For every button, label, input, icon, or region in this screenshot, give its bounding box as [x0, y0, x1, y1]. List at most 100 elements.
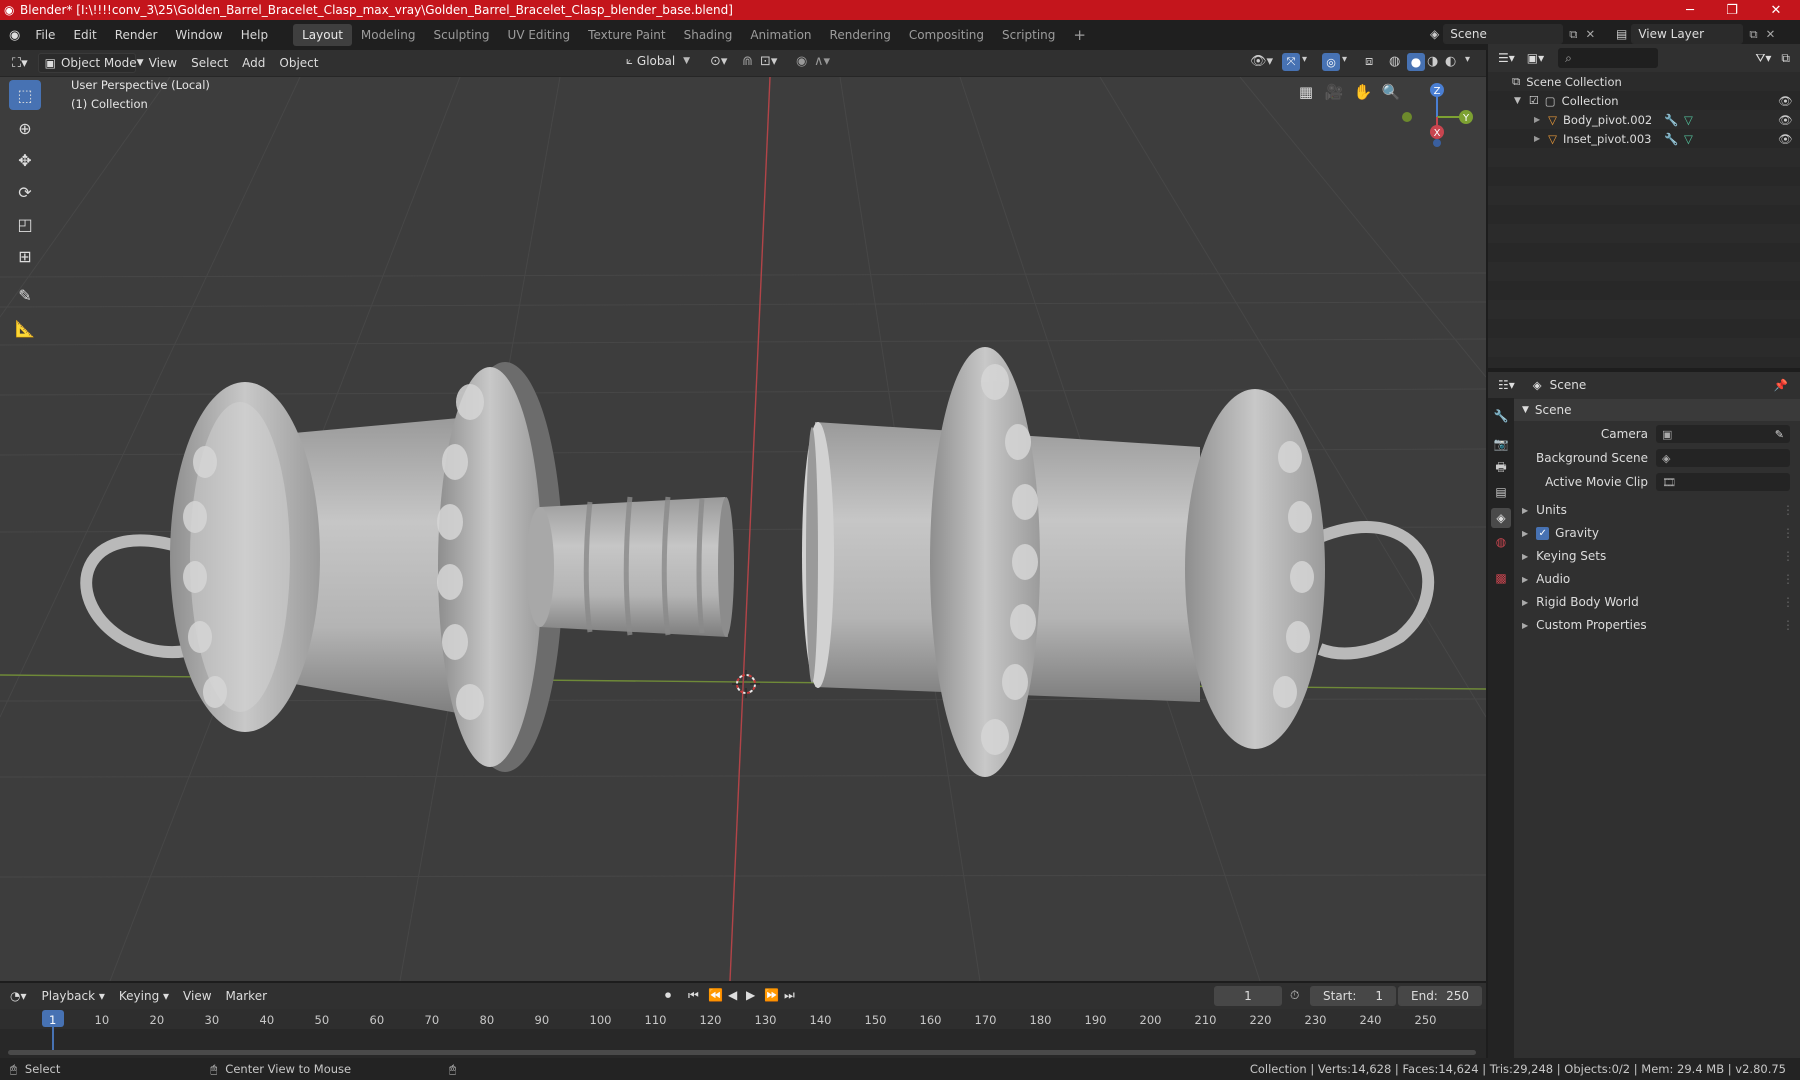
display-mode-icon[interactable]: ▣▾ — [1521, 51, 1550, 65]
menu-render[interactable]: Render — [106, 28, 167, 42]
expand-arrow-icon[interactable]: ▶ — [1534, 134, 1540, 143]
camera-view-icon[interactable]: 🎥 — [1321, 79, 1347, 105]
chevron-down-icon[interactable]: ▾ — [1465, 54, 1470, 65]
3d-viewport[interactable]: ⬚ ⊕ ✥ ⟳ ◰ ⊞ ✎ 📐 User Perspective (Local)… — [0, 77, 1486, 981]
timeline-menu-playback[interactable]: Playback ▾ — [35, 989, 112, 1003]
proportional-edit-icon[interactable]: ◉ — [796, 54, 807, 69]
filter-icon[interactable]: ⛛▾ — [1749, 51, 1777, 66]
gravity-checkbox[interactable]: ✓ — [1536, 526, 1550, 540]
record-icon[interactable]: ⏺ — [665, 988, 671, 1003]
rendered-shading-icon[interactable]: ◐ — [1445, 54, 1456, 69]
tab-layout[interactable]: Layout — [293, 24, 352, 46]
cursor-tool[interactable]: ⊕ — [9, 113, 41, 143]
new-view-layer-icon[interactable]: ⧉ — [1749, 27, 1757, 42]
viewport-menu-add[interactable]: Add — [235, 56, 272, 70]
visibility-eye-icon[interactable]: 👁 — [1778, 132, 1793, 146]
view-layer-name-field[interactable]: View Layer — [1631, 24, 1744, 44]
tab-compositing[interactable]: Compositing — [900, 24, 993, 46]
measure-tool[interactable]: 📐 — [9, 313, 41, 343]
xray-toggle-icon[interactable]: ⧈ — [1365, 54, 1373, 69]
delete-view-layer-icon[interactable]: ✕ — [1766, 27, 1776, 41]
snap-target-icon[interactable]: ⊡▾ — [760, 54, 777, 69]
units-panel-header[interactable]: ▶ Units ⋮ — [1514, 499, 1800, 521]
outliner-editor-type-icon[interactable]: ☰▾ — [1488, 51, 1521, 65]
end-frame-field[interactable]: End: 250 — [1398, 986, 1482, 1006]
mesh-data-icon[interactable]: ▽ — [1684, 132, 1693, 146]
collection-checkbox-icon[interactable]: ☑ — [1529, 94, 1539, 107]
visibility-eye-icon[interactable]: 👁 — [1778, 113, 1793, 127]
tab-texture-paint[interactable]: Texture Paint — [579, 24, 674, 46]
scene-tab-icon[interactable]: ◈ — [1491, 508, 1511, 528]
maximize-icon[interactable]: ❐ — [1712, 0, 1752, 20]
gizmo-toggle-icon[interactable]: ⤧ — [1282, 53, 1300, 71]
scene-panel-header[interactable]: ▼ Scene — [1514, 399, 1800, 421]
material-shading-icon[interactable]: ◑ — [1427, 54, 1438, 69]
audio-panel-header[interactable]: ▶ Audio ⋮ — [1514, 568, 1800, 590]
drag-handle-icon[interactable]: ⋮ — [1782, 503, 1794, 517]
tab-shading[interactable]: Shading — [675, 24, 742, 46]
select-box-tool[interactable]: ⬚ — [9, 80, 41, 110]
menu-edit[interactable]: Edit — [64, 28, 105, 42]
wireframe-shading-icon[interactable]: ◍ — [1389, 54, 1400, 69]
outliner-row-collection[interactable]: ▼ ☑ ▢ Collection 👁 — [1488, 91, 1800, 110]
snap-icon[interactable]: ⋒ — [742, 54, 753, 69]
pin-icon[interactable]: 📌 — [1774, 378, 1800, 392]
overlays-toggle-icon[interactable]: ◎ — [1322, 53, 1340, 71]
expand-arrow-icon[interactable]: ▼ — [1514, 96, 1521, 106]
viewport-menu-view[interactable]: View — [142, 56, 184, 70]
eyedropper-icon[interactable]: ✎ — [1775, 428, 1784, 441]
drag-handle-icon[interactable]: ⋮ — [1782, 618, 1794, 632]
drag-handle-icon[interactable]: ⋮ — [1782, 595, 1794, 609]
chevron-down-icon[interactable]: ▾ — [1302, 54, 1307, 65]
visibility-icon[interactable]: 👁▾ — [1250, 54, 1273, 69]
modifier-wrench-icon[interactable]: 🔧 — [1664, 113, 1678, 127]
mesh-data-icon[interactable]: ▽ — [1684, 113, 1693, 127]
active-movie-clip-field[interactable]: 🎞 — [1656, 473, 1790, 491]
jump-start-icon[interactable]: ⏮ — [688, 988, 699, 1003]
move-tool[interactable]: ✥ — [9, 145, 41, 175]
expand-arrow-icon[interactable]: ▶ — [1534, 115, 1540, 124]
scene-selector[interactable]: ◈ Scene ⧉ ✕ — [1430, 24, 1595, 44]
chevron-down-icon[interactable]: ▾ — [1342, 54, 1347, 65]
stopwatch-icon[interactable]: ⏱ — [1290, 988, 1299, 1003]
modifier-wrench-icon[interactable]: 🔧 — [1664, 132, 1678, 146]
outliner-row-object[interactable]: ▶ ▽ Inset_pivot.003 🔧 ▽ 👁 — [1488, 129, 1800, 148]
timeline-menu-view[interactable]: View — [176, 989, 218, 1003]
menu-window[interactable]: Window — [166, 28, 231, 42]
next-keyframe-icon[interactable]: ⏩ — [764, 988, 779, 1002]
annotate-tool[interactable]: ✎ — [9, 280, 41, 310]
pivot-point-icon[interactable]: ⊙▾ — [710, 54, 727, 69]
menu-file[interactable]: File — [26, 28, 64, 42]
jump-end-icon[interactable]: ⏭ — [784, 988, 795, 1003]
drag-handle-icon[interactable]: ⋮ — [1782, 572, 1794, 586]
transform-orientation-selector[interactable]: ⟀ Global ▼ — [626, 53, 690, 68]
tab-scripting[interactable]: Scripting — [993, 24, 1064, 46]
tab-sculpting[interactable]: Sculpting — [425, 24, 499, 46]
transform-tool[interactable]: ⊞ — [9, 241, 41, 271]
blender-menu-icon[interactable]: ◉ — [0, 28, 26, 43]
minimize-icon[interactable]: ─ — [1670, 0, 1710, 20]
drag-handle-icon[interactable]: ⋮ — [1782, 526, 1794, 540]
tab-animation[interactable]: Animation — [741, 24, 820, 46]
timeline-menu-keying[interactable]: Keying ▾ — [112, 989, 176, 1003]
tab-uv-editing[interactable]: UV Editing — [499, 24, 580, 46]
rotate-tool[interactable]: ⟳ — [9, 177, 41, 207]
drag-handle-icon[interactable]: ⋮ — [1782, 549, 1794, 563]
viewport-menu-select[interactable]: Select — [184, 56, 235, 70]
start-frame-field[interactable]: Start: 1 — [1310, 986, 1396, 1006]
prev-keyframe-icon[interactable]: ⏪ — [708, 988, 723, 1002]
navigation-gizmo[interactable]: Z Y X — [1395, 77, 1483, 157]
pan-hand-icon[interactable]: ✋ — [1350, 79, 1376, 105]
view-layer-tab-icon[interactable]: ▤ — [1491, 482, 1511, 502]
timeline-menu-marker[interactable]: Marker — [219, 989, 274, 1003]
custom-properties-panel-header[interactable]: ▶ Custom Properties ⋮ — [1514, 614, 1800, 636]
close-window-icon[interactable]: ✕ — [1756, 0, 1796, 20]
mode-selector[interactable]: ▣ Object Mode ▼ — [37, 53, 144, 73]
solid-shading-icon[interactable]: ● — [1407, 53, 1425, 71]
keying-sets-panel-header[interactable]: ▶ Keying Sets ⋮ — [1514, 545, 1800, 567]
current-frame-field[interactable]: 1 — [1214, 986, 1282, 1006]
outliner-search-input[interactable]: ⌕ — [1558, 48, 1659, 68]
grid-view-icon[interactable]: ▦ — [1293, 79, 1319, 105]
render-tab-icon[interactable]: 📷 — [1491, 434, 1511, 454]
scene-name-field[interactable]: Scene — [1443, 24, 1564, 44]
